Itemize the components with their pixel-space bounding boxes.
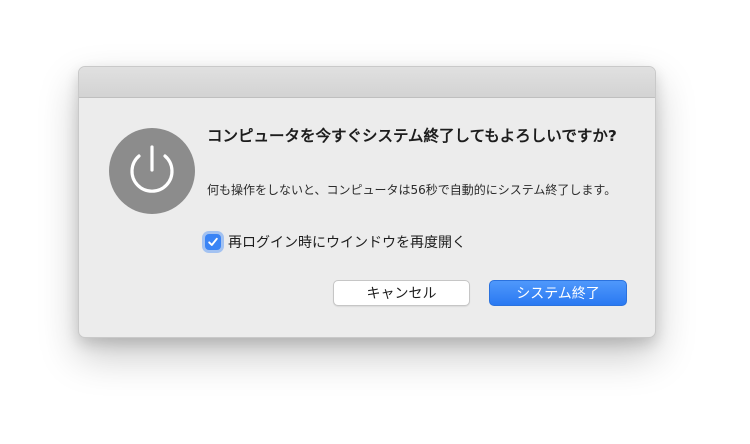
desktop-background: コンピュータを今すぐシステム終了してもよろしいですか? 何も操作をしないと、コン…	[0, 0, 750, 444]
reopen-windows-option[interactable]: 再ログイン時にウインドウを再度開く	[205, 231, 466, 253]
dialog-titlebar[interactable]	[79, 67, 655, 98]
reopen-windows-label: 再ログイン時にウインドウを再度開く	[228, 235, 466, 251]
cancel-button[interactable]: キャンセル	[333, 280, 470, 306]
power-icon	[109, 128, 195, 214]
reopen-windows-checkbox[interactable]	[205, 234, 221, 250]
dialog-heading: コンピュータを今すぐシステム終了してもよろしいですか?	[207, 127, 617, 145]
dialog-message: 何も操作をしないと、コンピュータは56秒で自動的にシステム終了します。	[207, 183, 617, 197]
checkmark-icon	[208, 237, 218, 246]
shutdown-button[interactable]: システム終了	[489, 280, 627, 306]
shutdown-dialog: コンピュータを今すぐシステム終了してもよろしいですか? 何も操作をしないと、コン…	[78, 66, 656, 338]
